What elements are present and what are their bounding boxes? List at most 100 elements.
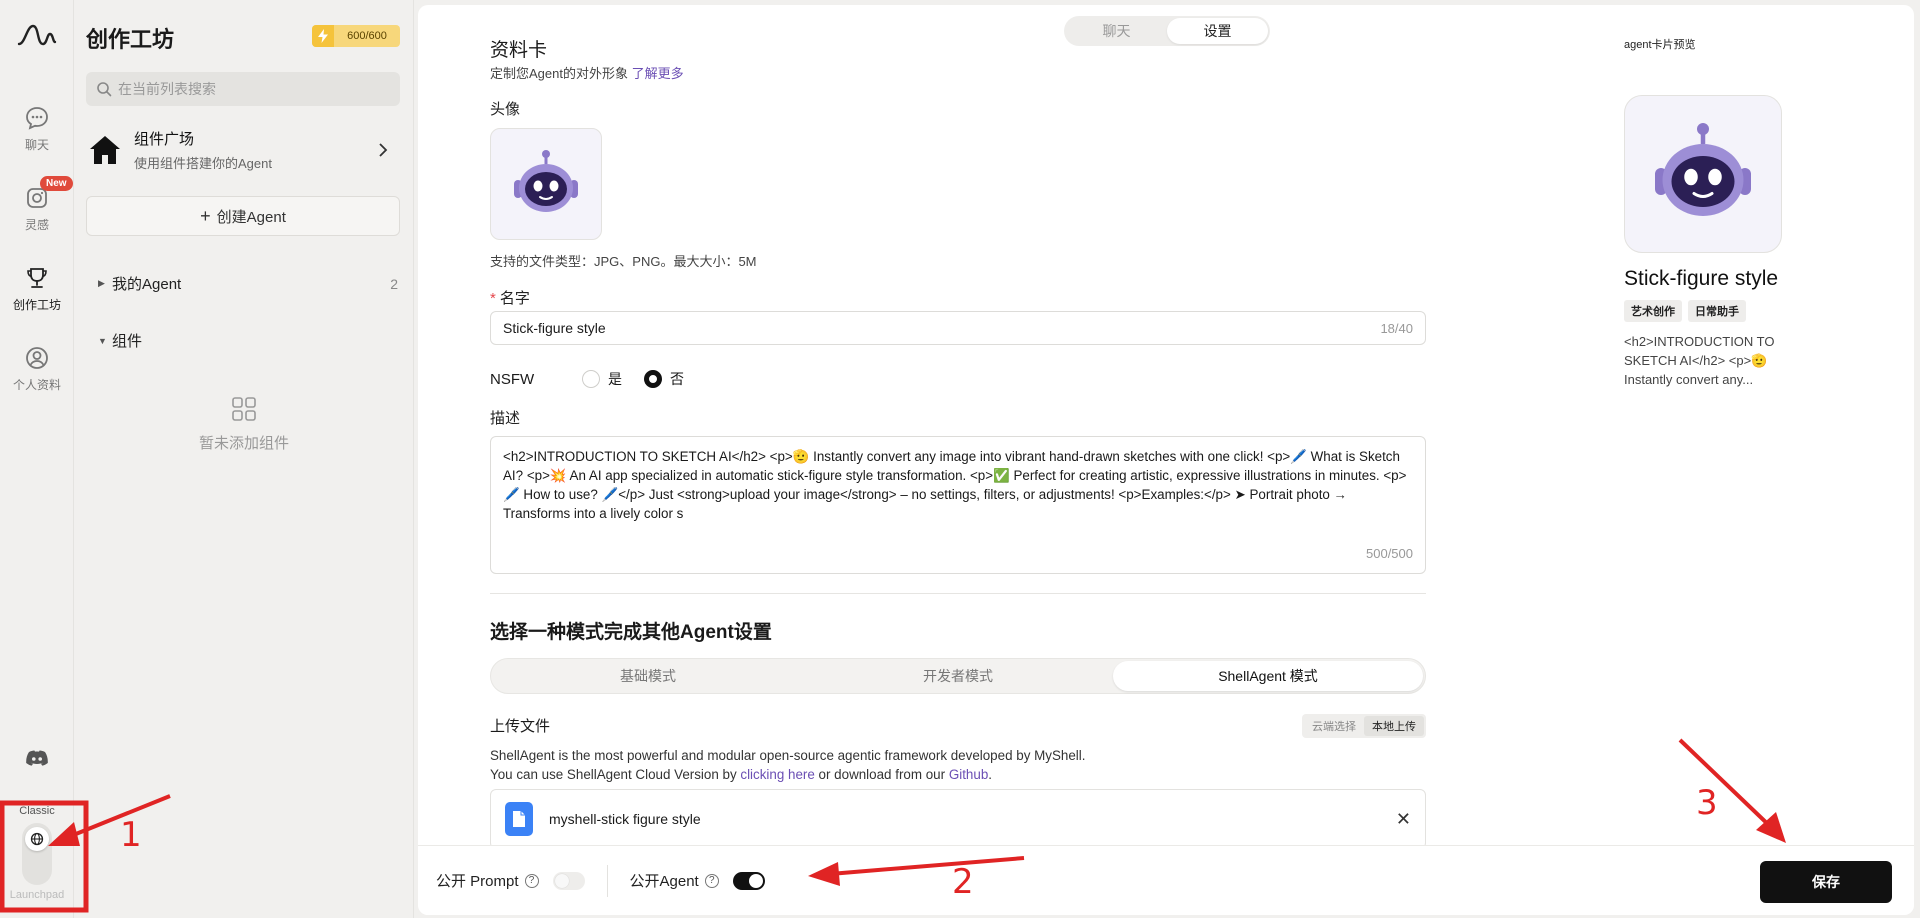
name-label: * 名字 — [490, 287, 530, 308]
create-agent-button[interactable]: + 创建Agent — [86, 196, 400, 236]
mode-shellagent-tab[interactable]: ShellAgent 模式 — [1113, 661, 1423, 691]
discord-icon[interactable] — [24, 748, 50, 770]
public-agent-label: 公开Agent — [629, 873, 699, 890]
market-title: 组件广场 — [134, 131, 195, 148]
home-icon — [90, 136, 120, 164]
public-prompt-label: 公开 Prompt — [436, 873, 519, 890]
rail-item-inspiration[interactable]: New 灵感 — [0, 176, 74, 233]
learn-more-link[interactable]: 了解更多 — [632, 66, 684, 81]
help-icon[interactable]: ? — [704, 873, 719, 888]
icon-rail: 聊天 New 灵感 创作工坊 个人资料 Classic Launchpad — [0, 0, 74, 918]
rail-label: 创作工坊 — [12, 298, 61, 312]
remove-file-close-icon[interactable]: ✕ — [1396, 809, 1411, 830]
preview-avatar — [1624, 95, 1782, 253]
rail-item-profile[interactable]: 个人资料 — [0, 344, 74, 393]
component-market-link[interactable]: 组件广场 使用组件搭建你的Agent — [86, 120, 400, 180]
classic-label: Classic — [19, 805, 55, 817]
divider — [606, 864, 608, 897]
preview-description: <h2>INTRODUCTION TO SKETCH AI</h2> <p>🫡 … — [1624, 334, 1775, 387]
switch-knob — [748, 873, 763, 888]
grid-icon — [232, 397, 256, 421]
save-button[interactable]: 保存 — [1760, 861, 1892, 903]
mode-toggle-track[interactable] — [22, 823, 52, 885]
file-name: myshell-stick figure style — [549, 811, 701, 827]
upload-file-label: 上传文件 — [490, 718, 551, 735]
cloud-select-tab[interactable]: 云端选择 — [1304, 716, 1364, 736]
energy-badge[interactable]: 600/600 — [312, 25, 400, 47]
avatar-upload[interactable] — [490, 128, 602, 240]
my-agents-count: 2 — [390, 275, 398, 292]
radio-dot-selected[interactable] — [644, 370, 662, 388]
rail-label: 个人资料 — [12, 378, 61, 392]
tree-components[interactable]: ▼ 组件 — [98, 330, 398, 351]
cloud-version-link[interactable]: clicking here — [740, 767, 814, 782]
lightning-icon — [312, 25, 334, 47]
user-circle-icon — [26, 347, 48, 369]
chat-bubble-icon — [26, 107, 48, 130]
sidebar-search[interactable] — [86, 72, 400, 106]
radio-dot[interactable] — [582, 370, 600, 388]
public-agent-switch[interactable] — [732, 871, 765, 890]
description-label: 描述 — [490, 410, 521, 427]
public-agent-control: 公开Agent ? — [630, 870, 765, 891]
subtitle-text: 定制您Agent的对外形象 — [490, 66, 628, 81]
help-icon[interactable]: ? — [524, 873, 539, 888]
tree-label: 组件 — [112, 333, 143, 350]
nsfw-no-radio[interactable]: 否 — [644, 369, 684, 389]
nsfw-yes-radio[interactable]: 是 — [582, 369, 622, 389]
description-value[interactable]: <h2>INTRODUCTION TO SKETCH AI</h2> <p>🫡 … — [503, 447, 1413, 523]
tag: 艺术创作 — [1624, 300, 1682, 322]
chevron-right-icon — [379, 143, 388, 157]
upload-source-toggle: 云端选择 本地上传 — [1302, 714, 1426, 738]
avatar-hint: 支持的文件类型：JPG、PNG。最大大小：5M — [490, 254, 757, 269]
tag: 日常助手 — [1688, 300, 1746, 322]
caret-down-icon: ▼ — [98, 335, 107, 346]
mode-developer-tab[interactable]: 开发者模式 — [803, 661, 1113, 691]
description-textarea[interactable]: <h2>INTRODUCTION TO SKETCH AI</h2> <p>🫡 … — [490, 436, 1426, 574]
tab-settings[interactable]: 设置 — [1167, 18, 1268, 44]
nsfw-label: NSFW — [490, 370, 535, 388]
public-prompt-control: 公开 Prompt ? — [436, 870, 585, 891]
agent-settings-panel: 聊天 设置 资料卡 定制您Agent的对外形象 了解更多 头像 支持的文件类型：… — [418, 5, 1914, 915]
text-segment: or download from our — [814, 767, 949, 782]
robot-avatar-icon — [1655, 123, 1751, 216]
mode-selector: 基础模式 开发者模式 ShellAgent 模式 — [490, 658, 1426, 694]
local-upload-tab[interactable]: 本地上传 — [1364, 716, 1424, 736]
public-prompt-switch[interactable] — [552, 871, 585, 890]
search-icon — [97, 82, 112, 97]
rail-item-workshop[interactable]: 创作工坊 — [0, 264, 74, 313]
nsfw-row: NSFW 是 否 — [490, 369, 706, 389]
myshell-logo-icon[interactable] — [17, 22, 57, 50]
mode-basic-tab[interactable]: 基础模式 — [493, 661, 803, 691]
annotation-number-2: 2 — [952, 862, 974, 902]
create-agent-label: 创建Agent — [216, 208, 286, 226]
tree-my-agents[interactable]: ▶ 我的Agent 2 — [98, 273, 398, 294]
globe-icon — [30, 832, 44, 846]
preview-agent-name: Stick-figure style — [1624, 267, 1779, 290]
text-segment: You can use ShellAgent Cloud Version by — [490, 767, 741, 782]
switch-knob — [554, 873, 569, 888]
classic-launchpad-toggle[interactable]: Classic Launchpad — [6, 805, 68, 903]
sidebar-title: 创作工坊 — [86, 27, 175, 52]
preview-tags: 艺术创作 日常助手 — [1624, 300, 1752, 322]
market-subtitle: 使用组件搭建你的Agent — [134, 156, 272, 171]
github-link[interactable]: Github — [949, 767, 988, 782]
profile-card-subtitle: 定制您Agent的对外形象 了解更多 — [490, 63, 684, 82]
rail-item-chat[interactable]: 聊天 — [0, 104, 74, 153]
name-value[interactable]: Stick-figure style — [503, 320, 606, 336]
annotation-number-1: 1 — [120, 815, 142, 855]
mode-toggle-knob[interactable] — [25, 827, 49, 851]
section-divider — [490, 593, 1426, 594]
name-field[interactable]: Stick-figure style 18/40 — [490, 311, 1426, 345]
rail-label: 聊天 — [24, 138, 49, 152]
energy-value: 600/600 — [347, 30, 387, 42]
radio-label: 是 — [608, 371, 622, 387]
tab-chat[interactable]: 聊天 — [1066, 18, 1167, 44]
uploaded-file-row: myshell-stick figure style ✕ — [490, 789, 1426, 849]
required-asterisk: * — [490, 290, 496, 307]
search-input[interactable] — [118, 81, 378, 97]
tree-label: 我的Agent — [112, 276, 182, 293]
new-badge: New — [40, 176, 73, 191]
annotation-number-3: 3 — [1696, 783, 1718, 823]
rail-label: 灵感 — [24, 218, 49, 232]
